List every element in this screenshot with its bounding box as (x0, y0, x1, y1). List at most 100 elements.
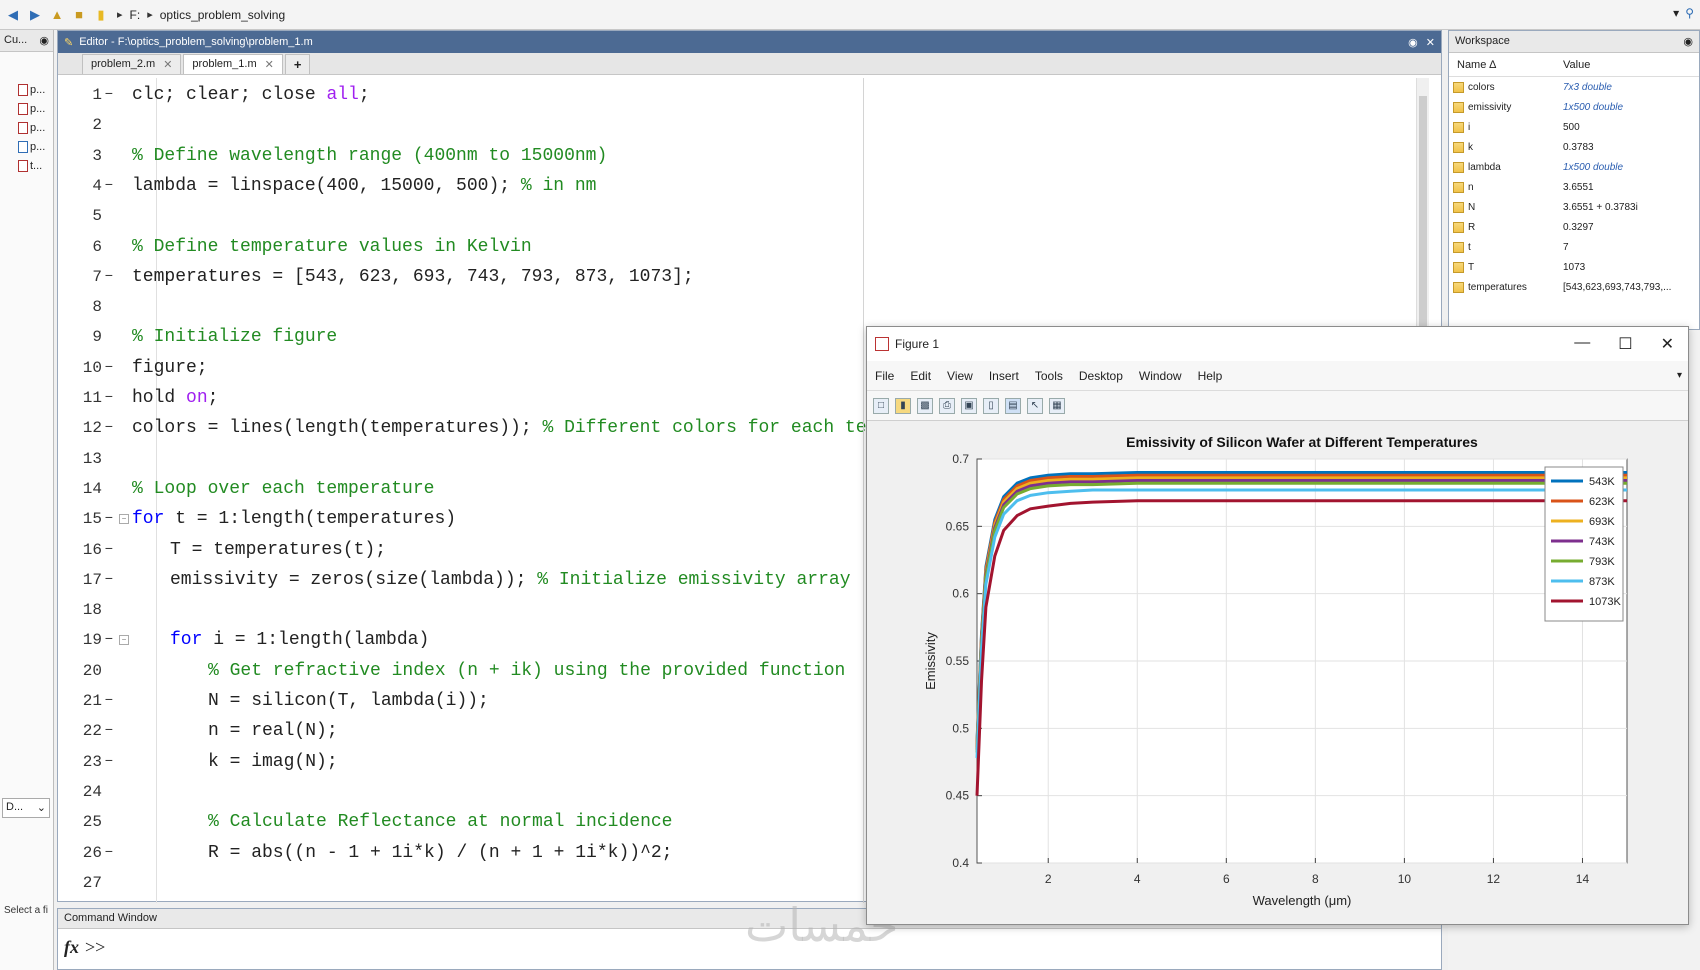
code-text[interactable]: clc; clear; close all; (132, 85, 370, 105)
code-line[interactable]: 7− temperatures = [543, 623, 693, 743, 79… (58, 262, 1418, 292)
tab-problem-1[interactable]: problem_1.m ✕ (183, 54, 283, 74)
column-value[interactable]: Value (1563, 59, 1590, 71)
tab-close-icon[interactable]: ✕ (265, 58, 274, 71)
breakpoint-marker[interactable]: − (102, 360, 116, 376)
code-text[interactable]: for t = 1:length(temperatures) (132, 509, 456, 529)
minimize-icon[interactable]: — (1574, 334, 1590, 354)
code-text[interactable]: % Define temperature values in Kelvin (132, 237, 532, 257)
line-number[interactable]: 9 (58, 328, 102, 346)
code-text[interactable]: hold on; (132, 388, 218, 408)
back-icon[interactable]: ◀ (4, 6, 22, 24)
save-icon[interactable]: ▩ (917, 397, 933, 414)
variable-value[interactable]: 1x500 double (1563, 102, 1623, 113)
code-line[interactable]: 8 (58, 292, 1418, 322)
code-text[interactable]: R = abs((n - 1 + 1i*k) / (n + 1 + 1i*k))… (208, 843, 672, 863)
code-text[interactable]: lambda = linspace(400, 15000, 500); % in… (132, 176, 597, 196)
breakpoint-marker[interactable]: − (102, 269, 116, 285)
line-number[interactable]: 23 (58, 753, 102, 771)
property-editor-icon[interactable]: ▦ (1049, 397, 1065, 414)
variable-value[interactable]: 7x3 double (1563, 82, 1612, 93)
forward-icon[interactable]: ▶ (26, 6, 44, 24)
line-number[interactable]: 25 (58, 813, 102, 831)
code-text[interactable]: % Get refractive index (n + ik) using th… (208, 661, 845, 681)
pointer-icon[interactable]: ↖ (1027, 397, 1043, 414)
breakpoint-marker[interactable]: − (102, 632, 116, 648)
search-icon[interactable]: ⚲ (1685, 6, 1694, 20)
code-text[interactable]: colors = lines(length(temperatures)); % … (132, 418, 888, 438)
line-number[interactable]: 18 (58, 601, 102, 619)
line-number[interactable]: 7 (58, 268, 102, 286)
fold-toggle-icon[interactable]: − (119, 514, 129, 525)
browse-folder-icon[interactable]: ■ (70, 6, 88, 24)
workspace-variable-row[interactable]: i 500 (1449, 117, 1699, 137)
up-folder-icon[interactable]: ▲ (48, 6, 66, 24)
code-text[interactable]: figure; (132, 358, 208, 378)
breakpoint-marker[interactable]: − (102, 178, 116, 194)
workspace-variable-row[interactable]: emissivity 1x500 double (1449, 97, 1699, 117)
menu-edit[interactable]: Edit (910, 369, 931, 383)
line-number[interactable]: 26 (58, 844, 102, 862)
variable-value[interactable]: 1x500 double (1563, 162, 1623, 173)
code-text[interactable]: % Initialize figure (132, 327, 337, 347)
line-number[interactable]: 17 (58, 571, 102, 589)
print-icon[interactable]: ⎙ (939, 397, 955, 414)
menu-view[interactable]: View (947, 369, 973, 383)
menu-tools[interactable]: Tools (1035, 369, 1063, 383)
editor-scrollbar[interactable] (1416, 78, 1429, 348)
breakpoint-marker[interactable]: − (102, 845, 116, 861)
fx-icon[interactable]: fx (64, 937, 79, 958)
code-line[interactable]: 3 % Define wavelength range (400nm to 150… (58, 141, 1418, 171)
fold-toggle-icon[interactable]: − (119, 635, 129, 646)
panel-options-icon[interactable]: ◉ (1683, 35, 1693, 48)
breakpoint-marker[interactable]: − (102, 511, 116, 527)
menu-desktop[interactable]: Desktop (1079, 369, 1123, 383)
open-file-icon[interactable]: ▮ (895, 397, 911, 414)
legend-icon[interactable]: ▤ (1005, 397, 1021, 414)
line-number[interactable]: 19 (58, 631, 102, 649)
workspace-variable-row[interactable]: N 3.6551 + 0.3783i (1449, 197, 1699, 217)
line-number[interactable]: 4 (58, 177, 102, 195)
maximize-icon[interactable]: ☐ (1618, 334, 1632, 354)
line-number[interactable]: 3 (58, 147, 102, 165)
workspace-variable-row[interactable]: n 3.6551 (1449, 177, 1699, 197)
code-text[interactable]: % Loop over each temperature (132, 479, 434, 499)
breakpoint-marker[interactable]: − (102, 420, 116, 436)
line-number[interactable]: 5 (58, 207, 102, 225)
line-number[interactable]: 16 (58, 541, 102, 559)
workspace-variable-row[interactable]: colors 7x3 double (1449, 77, 1699, 97)
code-text[interactable]: for i = 1:length(lambda) (170, 630, 429, 650)
menu-help[interactable]: Help (1198, 369, 1223, 383)
line-number[interactable]: 22 (58, 722, 102, 740)
code-text[interactable]: % Calculate Reflectance at normal incide… (208, 812, 672, 832)
menu-window[interactable]: Window (1139, 369, 1182, 383)
path-dropdown-icon[interactable]: ▾ (1673, 6, 1679, 20)
code-line[interactable]: 5 (58, 201, 1418, 231)
path-folder[interactable]: optics_problem_solving (160, 8, 285, 22)
breakpoint-marker[interactable]: − (102, 754, 116, 770)
code-line[interactable]: 2 (58, 110, 1418, 140)
workspace-variable-row[interactable]: t7 (1449, 237, 1699, 257)
code-text[interactable]: k = imag(N); (208, 752, 338, 772)
breakpoint-marker[interactable]: − (102, 572, 116, 588)
line-number[interactable]: 21 (58, 692, 102, 710)
close-icon[interactable]: ✕ (1426, 36, 1435, 49)
line-number[interactable]: 10 (58, 359, 102, 377)
scrollbar-thumb[interactable] (1419, 96, 1427, 336)
workspace-variable-row[interactable]: R 0.3297 (1449, 217, 1699, 237)
line-number[interactable]: 24 (58, 783, 102, 801)
file-item[interactable]: t... (0, 156, 53, 175)
file-item[interactable]: p... (0, 137, 53, 156)
close-icon[interactable]: ✕ (1661, 334, 1674, 354)
line-number[interactable]: 2 (58, 116, 102, 134)
path-drive[interactable]: F: (130, 8, 141, 22)
menu-insert[interactable]: Insert (989, 369, 1019, 383)
menu-overflow-icon[interactable]: ▾ (1677, 370, 1688, 381)
line-number[interactable]: 15 (58, 510, 102, 528)
line-number[interactable]: 8 (58, 298, 102, 316)
link-plot-icon[interactable]: ▣ (961, 397, 977, 414)
code-text[interactable]: T = temperatures(t); (170, 540, 386, 560)
column-name[interactable]: Name ∆ (1449, 59, 1563, 71)
code-line[interactable]: 4− lambda = linspace(400, 15000, 500); % … (58, 171, 1418, 201)
tab-problem-2[interactable]: problem_2.m ✕ (82, 54, 182, 74)
workspace-variable-row[interactable]: lambda 1x500 double (1449, 157, 1699, 177)
